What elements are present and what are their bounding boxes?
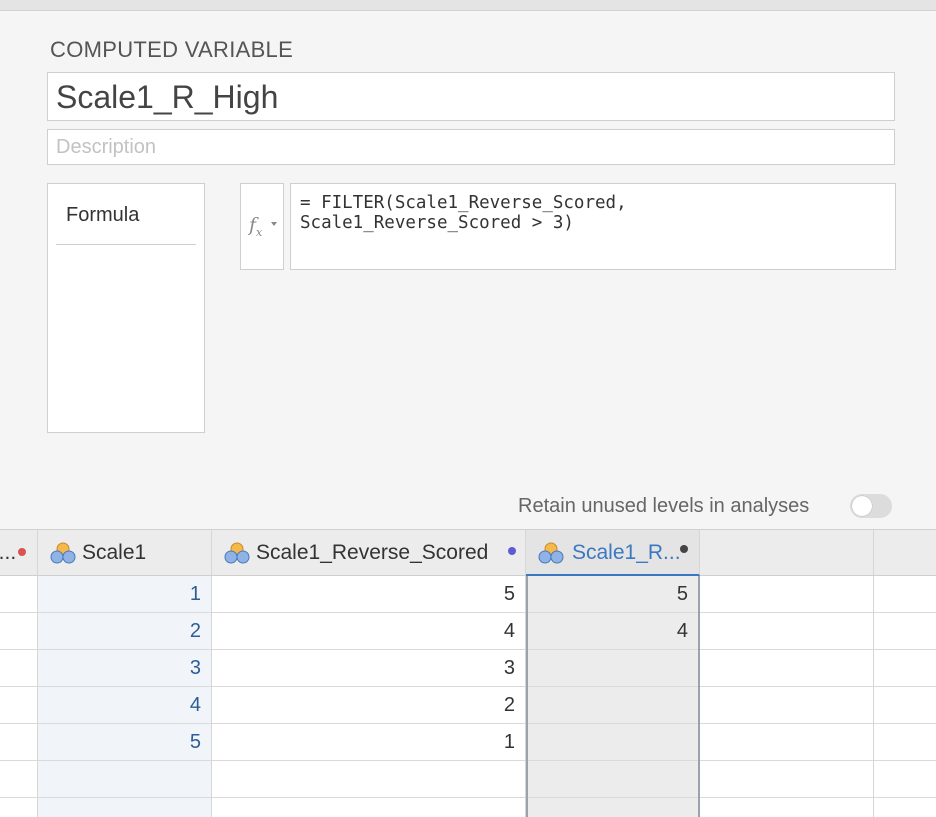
table-cell[interactable] bbox=[0, 613, 37, 650]
column-scale1-r-high: 5 4 bbox=[526, 576, 700, 817]
column-header-label: Scale1 bbox=[82, 541, 147, 564]
retain-levels-label: Retain unused levels in analyses bbox=[518, 495, 810, 517]
column-header-truncated[interactable]: l... bbox=[0, 530, 38, 576]
table-cell[interactable]: 4 bbox=[38, 687, 211, 724]
column-status-dot bbox=[508, 547, 516, 555]
table-cell[interactable] bbox=[700, 761, 873, 798]
table-cell[interactable] bbox=[38, 761, 211, 798]
column-header-scale1-reverse-scored[interactable]: Scale1_Reverse_Scored bbox=[212, 530, 526, 576]
table-cell[interactable]: 2 bbox=[38, 613, 211, 650]
table-cell[interactable] bbox=[0, 724, 37, 761]
nominal-variable-icon bbox=[50, 542, 76, 564]
table-cell[interactable] bbox=[528, 798, 698, 817]
data-grid: l... Scale1 Scale1_Reverse_Scored Scale1… bbox=[0, 529, 936, 817]
table-cell[interactable] bbox=[874, 576, 936, 613]
computed-variable-editor: COMPUTED VARIABLE Scale1_R_High Descript… bbox=[0, 11, 936, 529]
toggle-knob bbox=[852, 496, 872, 516]
table-cell[interactable] bbox=[874, 687, 936, 724]
table-cell[interactable]: 1 bbox=[212, 724, 525, 761]
column-header-label: Scale1_R... bbox=[572, 541, 681, 564]
column-header-label: Scale1_Reverse_Scored bbox=[256, 541, 489, 564]
column-header-empty[interactable] bbox=[874, 530, 936, 576]
table-cell[interactable] bbox=[874, 724, 936, 761]
fx-icon: fx bbox=[249, 214, 263, 239]
formula-text: = FILTER(Scale1_Reverse_Scored, Scale1_R… bbox=[300, 193, 627, 233]
column-header-empty[interactable] bbox=[700, 530, 874, 576]
table-cell[interactable]: 2 bbox=[212, 687, 525, 724]
table-cell[interactable] bbox=[212, 798, 525, 817]
nominal-variable-icon bbox=[538, 542, 564, 564]
table-cell[interactable] bbox=[528, 761, 698, 798]
retain-levels-toggle[interactable] bbox=[850, 494, 892, 518]
formula-input[interactable]: = FILTER(Scale1_Reverse_Scored, Scale1_R… bbox=[290, 183, 896, 270]
formula-side-panel: Formula bbox=[47, 183, 205, 433]
table-cell[interactable] bbox=[0, 798, 37, 817]
table-cell[interactable] bbox=[700, 798, 873, 817]
table-cell[interactable] bbox=[212, 761, 525, 798]
column-status-dot bbox=[18, 548, 26, 556]
table-cell[interactable]: 5 bbox=[528, 576, 698, 613]
editor-heading: COMPUTED VARIABLE bbox=[50, 37, 294, 62]
table-cell[interactable]: 1 bbox=[38, 576, 211, 613]
description-field[interactable]: Description bbox=[47, 129, 895, 165]
column-scale1: 1 2 3 4 5 bbox=[38, 576, 212, 817]
formula-tab[interactable]: Formula bbox=[56, 184, 196, 245]
table-cell[interactable] bbox=[0, 761, 37, 798]
column-header-label: l... bbox=[0, 541, 17, 564]
column-header-scale1[interactable]: Scale1 bbox=[38, 530, 212, 576]
column-status-dot bbox=[680, 545, 688, 553]
table-cell[interactable] bbox=[0, 687, 37, 724]
formula-tab-label: Formula bbox=[66, 204, 140, 226]
table-cell[interactable] bbox=[700, 724, 873, 761]
table-cell[interactable] bbox=[874, 613, 936, 650]
column-truncated bbox=[0, 576, 38, 817]
table-cell[interactable] bbox=[700, 613, 873, 650]
table-cell[interactable]: 4 bbox=[212, 613, 525, 650]
table-cell[interactable] bbox=[700, 650, 873, 687]
column-header-scale1-r-high[interactable]: Scale1_R... bbox=[526, 530, 700, 576]
formula-line-1: = FILTER(Scale1_Reverse_Scored, bbox=[300, 193, 627, 213]
variable-name-text: Scale1_R_High bbox=[56, 79, 279, 115]
table-cell[interactable] bbox=[528, 650, 698, 687]
table-cell[interactable] bbox=[0, 650, 37, 687]
table-cell[interactable]: 3 bbox=[212, 650, 525, 687]
formula-line-2: Scale1_Reverse_Scored > 3) bbox=[300, 213, 574, 233]
table-cell[interactable] bbox=[38, 798, 211, 817]
chevron-down-icon bbox=[271, 222, 277, 226]
table-cell[interactable] bbox=[0, 576, 37, 613]
description-placeholder: Description bbox=[56, 136, 157, 158]
variable-name-field[interactable]: Scale1_R_High bbox=[47, 72, 895, 121]
function-picker-button[interactable]: fx bbox=[240, 183, 284, 270]
table-cell[interactable] bbox=[874, 798, 936, 817]
table-cell[interactable]: 3 bbox=[38, 650, 211, 687]
table-cell[interactable]: 4 bbox=[528, 613, 698, 650]
table-cell[interactable] bbox=[700, 687, 873, 724]
column-empty bbox=[874, 576, 936, 817]
table-cell[interactable] bbox=[874, 650, 936, 687]
table-cell[interactable] bbox=[528, 724, 698, 761]
column-scale1-reverse-scored: 5 4 3 2 1 bbox=[212, 576, 526, 817]
nominal-variable-icon bbox=[224, 542, 250, 564]
table-cell[interactable]: 5 bbox=[212, 576, 525, 613]
table-cell[interactable]: 5 bbox=[38, 724, 211, 761]
window-top-bar bbox=[0, 0, 936, 11]
table-cell[interactable] bbox=[874, 761, 936, 798]
column-empty bbox=[700, 576, 874, 817]
table-cell[interactable] bbox=[700, 576, 873, 613]
table-cell[interactable] bbox=[528, 687, 698, 724]
